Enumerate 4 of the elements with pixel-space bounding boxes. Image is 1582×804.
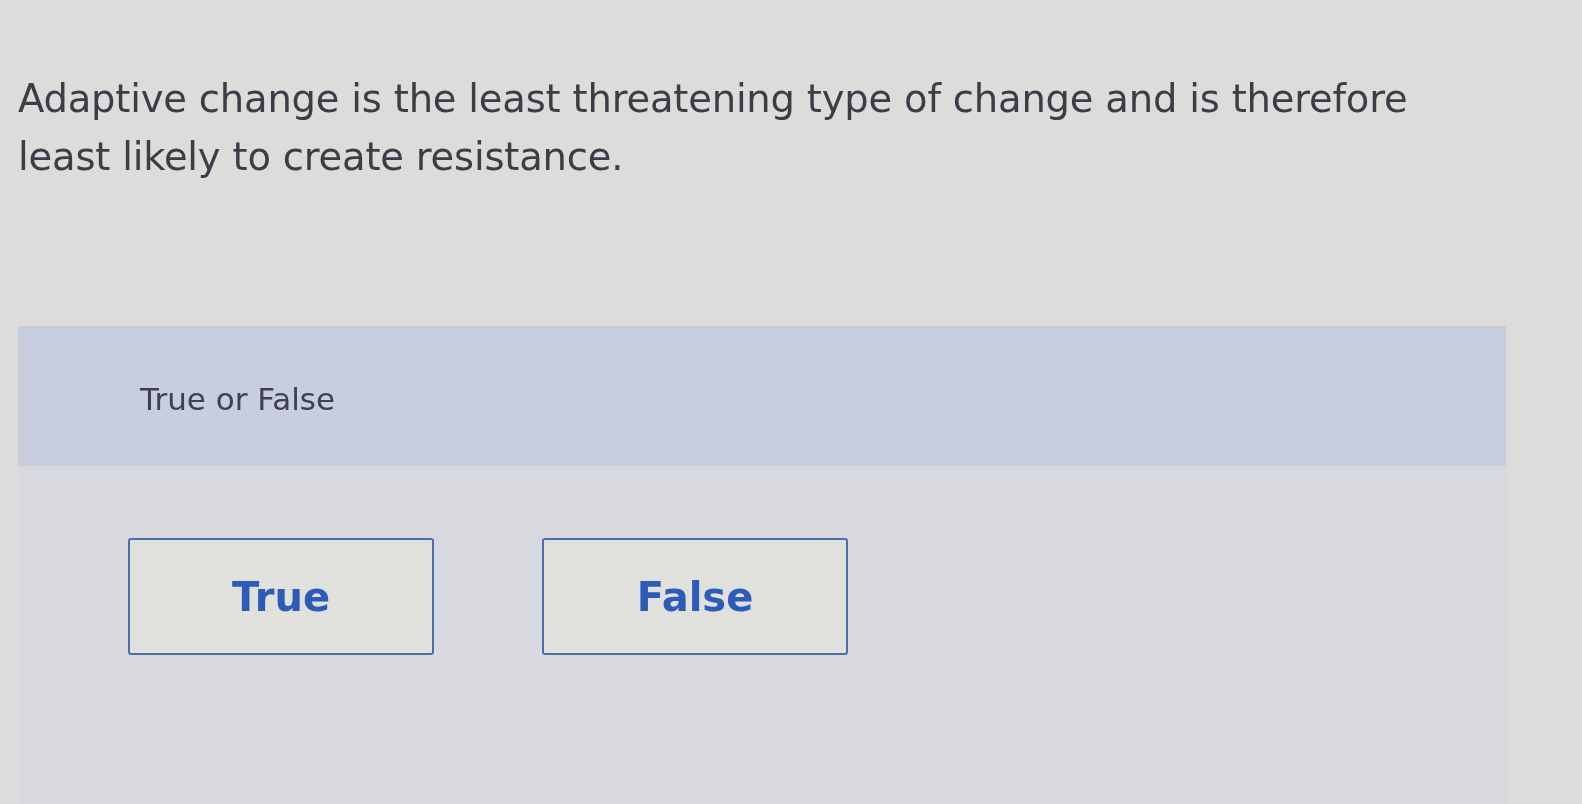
answer-button[interactable]: False xyxy=(542,538,848,655)
question-text: Adaptive change is the least threatening type of change and is therefore least likely to create resistance. xyxy=(18,75,1409,181)
prompt-text: True or False xyxy=(140,381,336,417)
answer-button[interactable]: True xyxy=(128,538,434,655)
